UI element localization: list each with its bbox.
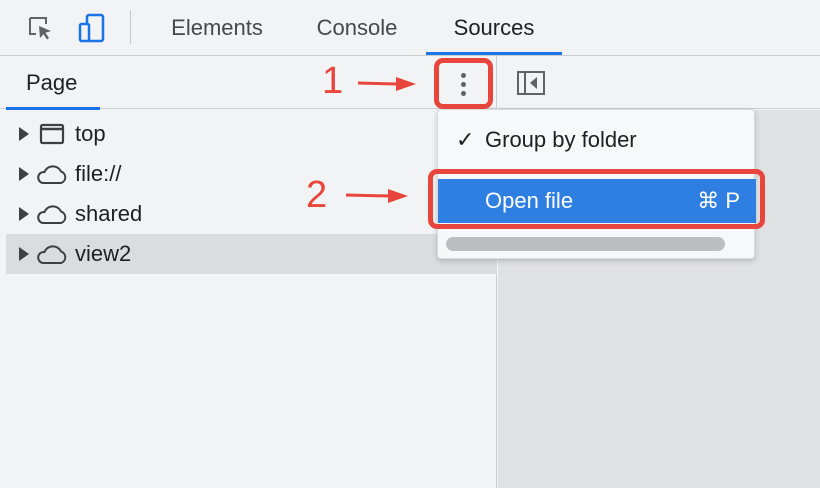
annotation-arrow-2 (345, 189, 408, 203)
annotation-arrow-1 (357, 77, 416, 91)
tree-item-label: view2 (75, 241, 132, 266)
inspect-element-icon[interactable] (24, 12, 56, 44)
page-tab-indicator (6, 107, 100, 110)
sources-navigator: Page top file:// shared view2 (0, 56, 497, 488)
tree-item-label: file:// (75, 161, 122, 186)
checkmark-icon: ✓ (456, 127, 475, 152)
annotation-highlight-open-file (428, 169, 765, 229)
tab-console[interactable]: Console (294, 0, 420, 56)
cloud-icon (35, 242, 69, 266)
annotation-step-2: 2 (306, 174, 328, 216)
tree-item-file[interactable]: file:// (6, 154, 497, 194)
navigator-header: Page (0, 56, 497, 110)
tree-item-top[interactable]: top (6, 114, 497, 154)
expand-arrow-icon[interactable] (19, 207, 29, 221)
tree-item-view2[interactable]: view2 (6, 234, 497, 274)
tab-page[interactable]: Page (6, 56, 100, 110)
expand-arrow-icon[interactable] (19, 247, 29, 261)
expand-arrow-icon[interactable] (19, 167, 29, 181)
tree-item-label: top (75, 121, 106, 146)
tab-elements[interactable]: Elements (150, 0, 284, 56)
active-tab-indicator (426, 52, 562, 55)
page-tab-label: Page (26, 70, 78, 95)
annotation-step-1: 1 (322, 60, 344, 102)
tree-item-shared[interactable]: shared (6, 194, 497, 234)
cloud-icon (35, 202, 69, 226)
device-toggle-icon[interactable] (76, 12, 108, 44)
editor-header (498, 56, 820, 109)
menu-item-group-by-folder[interactable]: ✓ Group by folder (438, 118, 756, 162)
sidebar-toggle-icon[interactable] (516, 68, 546, 98)
tree-item-label: shared (75, 201, 143, 226)
cloud-icon (35, 162, 69, 186)
expand-arrow-icon[interactable] (19, 127, 29, 141)
frame-icon (35, 122, 69, 146)
toolbar-divider (130, 10, 131, 44)
annotation-highlight-more-button (434, 58, 493, 109)
tab-sources[interactable]: Sources (426, 0, 562, 56)
devtools-toolbar: Elements Console Sources (0, 0, 820, 56)
menu-scrollbar[interactable] (446, 237, 725, 251)
menu-item-label: Group by folder (485, 127, 637, 152)
